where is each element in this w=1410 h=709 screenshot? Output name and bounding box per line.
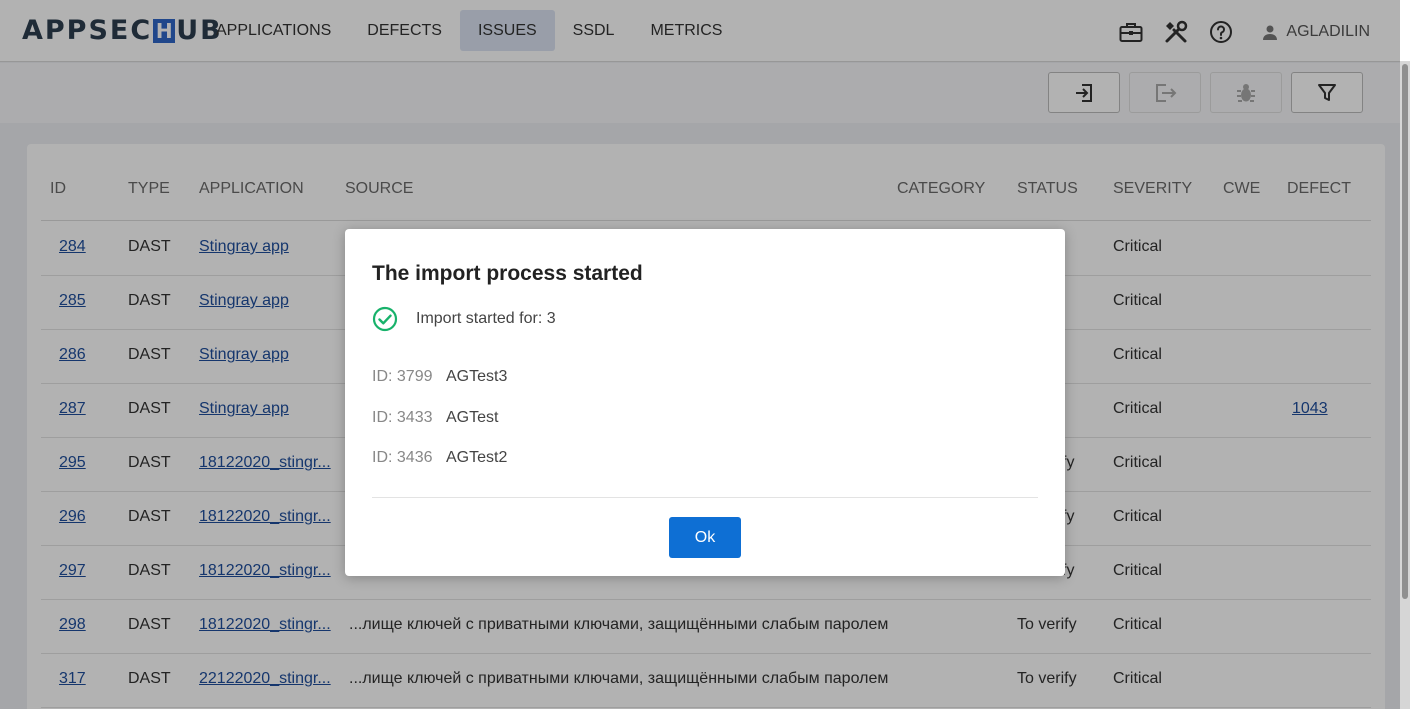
dialog-title: The import process started <box>372 262 643 285</box>
imported-item-id: ID: 3433 <box>372 409 433 426</box>
imported-item-id: ID: 3799 <box>372 368 433 385</box>
scrollbar-thumb[interactable] <box>1402 64 1408 599</box>
import-status: Import started for: 3 <box>372 306 556 332</box>
imported-item-name: AGTest3 <box>446 368 508 385</box>
ok-button[interactable]: Ok <box>669 517 741 558</box>
imported-item-name: AGTest <box>446 409 499 426</box>
imported-item: ID: 3433 AGTest <box>372 409 498 427</box>
success-check-icon <box>372 306 398 332</box>
import-started-dialog: The import process started Import starte… <box>345 229 1065 576</box>
imported-item-id: ID: 3436 <box>372 449 433 466</box>
dialog-divider <box>372 497 1038 498</box>
imported-item-name: AGTest2 <box>446 449 508 466</box>
page-scrollbar[interactable] <box>1400 62 1410 709</box>
imported-item: ID: 3799 AGTest3 <box>372 368 507 386</box>
import-status-text: Import started for: 3 <box>416 310 556 327</box>
imported-item: ID: 3436 AGTest2 <box>372 449 507 467</box>
